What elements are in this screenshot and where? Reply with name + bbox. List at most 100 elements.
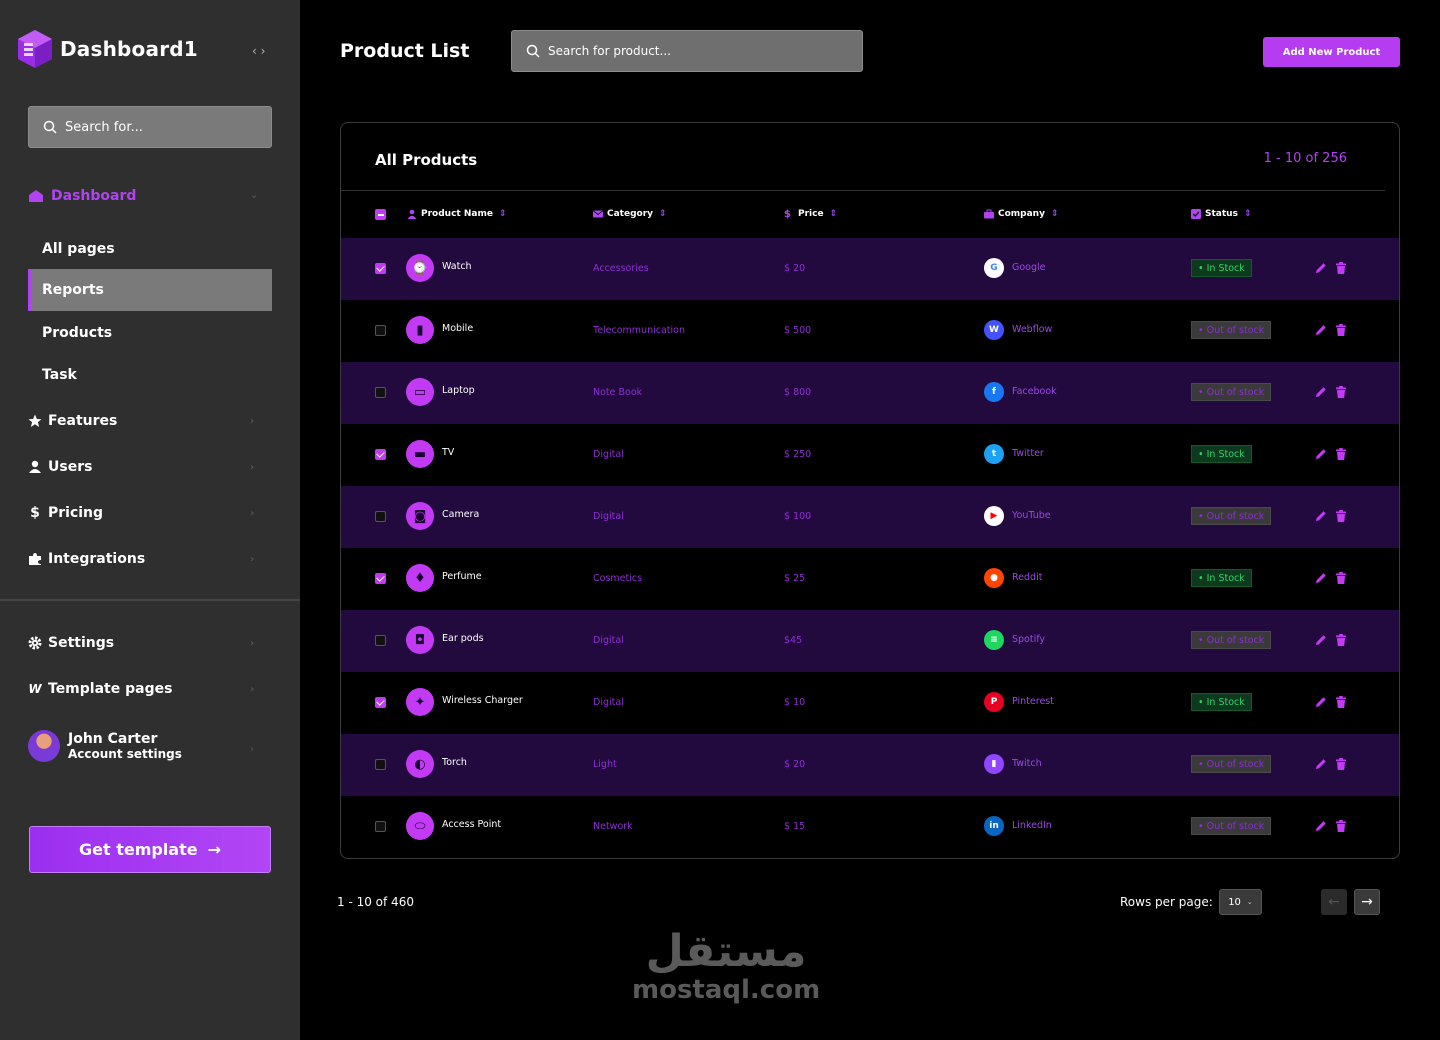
chevron-right-icon: › xyxy=(250,415,255,427)
sidebar-item-integrations[interactable]: Integrations › xyxy=(28,551,272,567)
sidebar-item-dashboard-label: Dashboard xyxy=(51,188,137,204)
table-row[interactable]: ◙ Camera Digital $ 100 ▶ YouTube • Out of stock xyxy=(341,486,1399,548)
product-price: $ 20 xyxy=(784,263,806,274)
table-row[interactable]: ⌚ Watch Accessories $ 20 G Google • In Stock xyxy=(341,238,1399,300)
get-template-button[interactable]: Get template → xyxy=(29,826,271,873)
column-price[interactable]: $ Price ⇕ xyxy=(784,209,837,220)
status-label: Out of stock xyxy=(1206,758,1265,770)
sidebar-item-users[interactable]: Users › xyxy=(28,459,272,475)
delete-icon[interactable] xyxy=(1335,448,1347,460)
edit-icon[interactable] xyxy=(1315,696,1327,708)
product-price: $45 xyxy=(784,635,803,646)
edit-icon[interactable] xyxy=(1315,572,1327,584)
product-name: Torch xyxy=(442,757,467,768)
edit-icon[interactable] xyxy=(1315,448,1327,460)
sidebar-item-task[interactable]: Task xyxy=(28,354,272,396)
sort-icon: ⇕ xyxy=(498,209,507,219)
row-checkbox[interactable] xyxy=(375,573,386,584)
edit-icon[interactable] xyxy=(1315,510,1327,522)
row-checkbox[interactable] xyxy=(375,325,386,336)
row-checkbox[interactable] xyxy=(375,449,386,460)
next-page-button[interactable]: → xyxy=(1354,889,1380,915)
row-checkbox[interactable] xyxy=(375,635,386,646)
edit-icon[interactable] xyxy=(1315,262,1327,274)
delete-icon[interactable] xyxy=(1335,820,1347,832)
table-row[interactable]: ♦ Perfume Cosmetics $ 25 ● Reddit • In Stock xyxy=(341,548,1399,610)
row-checkbox[interactable] xyxy=(375,263,386,274)
delete-icon[interactable] xyxy=(1335,572,1347,584)
edit-icon[interactable] xyxy=(1315,820,1327,832)
sidebar-item-all-pages[interactable]: All pages xyxy=(28,228,272,270)
table-row[interactable]: ◘ Ear pods Digital $45 ≡ Spotify • Out of stock xyxy=(341,610,1399,672)
sidebar-item-pricing[interactable]: $ Pricing › xyxy=(28,505,272,521)
status-label: In Stock xyxy=(1206,696,1245,708)
sidebar-item-reports[interactable]: Reports xyxy=(28,269,272,311)
delete-icon[interactable] xyxy=(1335,696,1347,708)
select-all-checkbox[interactable] xyxy=(375,209,386,220)
product-name: Laptop xyxy=(442,385,475,396)
product-price: $ 500 xyxy=(784,325,812,336)
table-row[interactable]: ◐ Torch Light $ 20 ▮ Twitch • Out of stock xyxy=(341,734,1399,796)
table-row[interactable]: ⬭ Access Point Network $ 15 in LinkedIn • Out o… xyxy=(341,796,1399,858)
youtube-icon: ▶ xyxy=(984,506,1004,526)
rows-per-page-select[interactable]: 10 ⌄ xyxy=(1219,889,1262,915)
watermark: مستقل mostaql.com xyxy=(632,928,820,1005)
table-row[interactable]: ▬ TV Digital $ 250 t Twitter • In Stock xyxy=(341,424,1399,486)
column-product-name[interactable]: Product Name ⇕ xyxy=(407,209,506,219)
sidebar-item-template-pages[interactable]: W Template pages › xyxy=(28,681,272,697)
status-label: Out of stock xyxy=(1206,634,1265,646)
row-checkbox[interactable] xyxy=(375,759,386,770)
torch-icon: ◐ xyxy=(406,750,434,778)
sidebar-item-dashboard[interactable]: Dashboard ⌄ xyxy=(28,188,272,204)
delete-icon[interactable] xyxy=(1335,634,1347,646)
sidebar-search-input[interactable]: Search for... xyxy=(28,106,272,148)
arrow-right-icon: → xyxy=(207,840,221,859)
sidebar-item-features-label: Features xyxy=(48,413,118,429)
sidebar-item-pricing-label: Pricing xyxy=(48,505,104,521)
table-row[interactable]: ✦ Wireless Charger Digital $ 10 P Pinterest • I… xyxy=(341,672,1399,734)
add-new-product-button[interactable]: Add New Product xyxy=(1263,37,1400,67)
collapse-sidebar-icon[interactable]: ‹ › xyxy=(252,44,265,58)
delete-icon[interactable] xyxy=(1335,758,1347,770)
product-name: Perfume xyxy=(442,571,482,582)
sort-icon: ⇕ xyxy=(1243,209,1252,219)
previous-page-button[interactable]: ← xyxy=(1321,889,1347,915)
row-checkbox[interactable] xyxy=(375,387,386,398)
search-icon xyxy=(43,120,57,134)
delete-icon[interactable] xyxy=(1335,324,1347,336)
status-badge: • Out of stock xyxy=(1191,383,1272,401)
status-label: In Stock xyxy=(1206,262,1245,274)
product-category: Digital xyxy=(593,449,624,460)
sidebar-item-integrations-label: Integrations xyxy=(48,551,146,567)
earpods-icon: ◘ xyxy=(406,626,434,654)
sidebar-item-settings-label: Settings xyxy=(48,635,115,651)
sidebar-item-users-label: Users xyxy=(48,459,93,475)
column-category[interactable]: Category ⇕ xyxy=(593,209,667,219)
chevron-right-icon: › xyxy=(250,461,255,473)
account-settings[interactable]: John Carter Account settings › xyxy=(28,730,272,762)
delete-icon[interactable] xyxy=(1335,510,1347,522)
row-checkbox[interactable] xyxy=(375,821,386,832)
delete-icon[interactable] xyxy=(1335,386,1347,398)
edit-icon[interactable] xyxy=(1315,634,1327,646)
company-name: Facebook xyxy=(1012,386,1057,397)
status-label: Out of stock xyxy=(1206,324,1265,336)
sidebar-item-features[interactable]: Features › xyxy=(28,413,272,429)
column-status[interactable]: Status ⇕ xyxy=(1191,209,1251,219)
edit-icon[interactable] xyxy=(1315,758,1327,770)
column-company[interactable]: Company ⇕ xyxy=(984,209,1059,219)
edit-icon[interactable] xyxy=(1315,386,1327,398)
delete-icon[interactable] xyxy=(1335,262,1347,274)
brand[interactable]: Dashboard1 xyxy=(14,28,198,70)
row-checkbox[interactable] xyxy=(375,697,386,708)
row-checkbox[interactable] xyxy=(375,511,386,522)
sidebar-item-products[interactable]: Products xyxy=(28,312,272,354)
panel-count: 1 - 10 of 256 xyxy=(1263,151,1347,166)
table-row[interactable]: ▮ Mobile Telecommunication $ 500 W Webflow • Ou… xyxy=(341,300,1399,362)
avatar xyxy=(28,730,60,762)
table-row[interactable]: ▭ Laptop Note Book $ 800 f Facebook • Out of st… xyxy=(341,362,1399,424)
product-search-input[interactable]: Search for product... xyxy=(511,30,863,72)
edit-icon[interactable] xyxy=(1315,324,1327,336)
dollar-icon: $ xyxy=(784,209,791,220)
sidebar-item-settings[interactable]: Settings › xyxy=(28,635,272,651)
